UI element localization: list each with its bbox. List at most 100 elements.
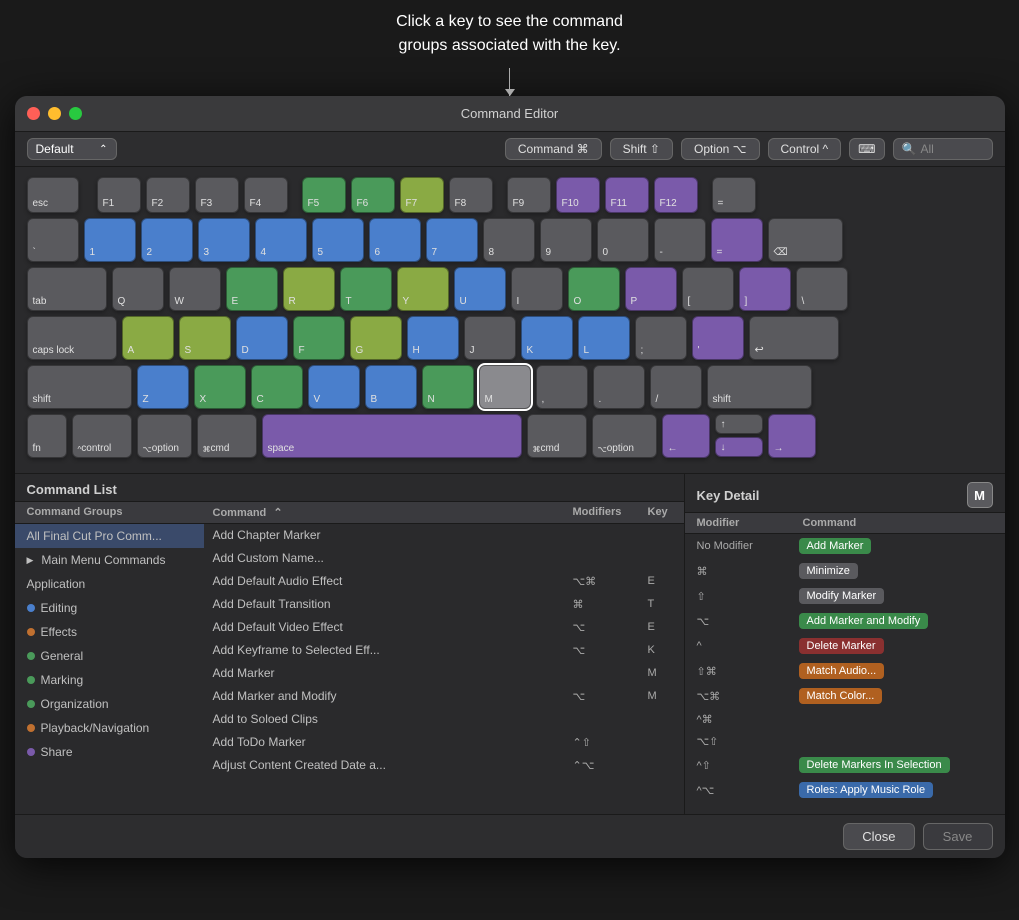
key-5[interactable]: 5 <box>312 218 364 262</box>
command-row[interactable]: Add Marker M <box>205 662 684 685</box>
key-a[interactable]: A <box>122 316 174 360</box>
key-f8[interactable]: F8 <box>449 177 493 213</box>
key-4[interactable]: 4 <box>255 218 307 262</box>
key-l[interactable]: L <box>578 316 630 360</box>
key-8[interactable]: 8 <box>483 218 535 262</box>
command-row[interactable]: Add ToDo Marker ⌃⇧ <box>205 731 684 754</box>
key-power[interactable]: = <box>712 177 756 213</box>
group-item[interactable]: ▶Main Menu Commands <box>15 548 204 572</box>
close-button[interactable] <box>27 107 40 120</box>
maximize-button[interactable] <box>69 107 82 120</box>
option-modifier-btn[interactable]: Option ⌥ <box>681 138 760 160</box>
command-pill[interactable]: Add Marker and Modify <box>799 613 929 629</box>
search-box[interactable]: 🔍 All <box>893 138 993 160</box>
key-v[interactable]: V <box>308 365 360 409</box>
command-row[interactable]: Add to Soloed Clips <box>205 708 684 731</box>
key-space[interactable]: space <box>262 414 522 458</box>
key-y[interactable]: Y <box>397 267 449 311</box>
key-t[interactable]: T <box>340 267 392 311</box>
key-f10[interactable]: F10 <box>556 177 600 213</box>
key-f[interactable]: F <box>293 316 345 360</box>
save-button[interactable]: Save <box>923 823 993 850</box>
key-u[interactable]: U <box>454 267 506 311</box>
key-e[interactable]: E <box>226 267 278 311</box>
key-tab[interactable]: tab <box>27 267 107 311</box>
key-capslock[interactable]: caps lock <box>27 316 117 360</box>
key-right[interactable]: → <box>768 414 816 458</box>
group-item[interactable]: General <box>15 644 204 668</box>
command-pill[interactable]: Match Color... <box>799 688 883 704</box>
command-row[interactable]: Add Custom Name... <box>205 547 684 570</box>
command-row[interactable]: Add Marker and Modify ⌥ M <box>205 685 684 708</box>
group-item[interactable]: Share <box>15 740 204 764</box>
key-k[interactable]: K <box>521 316 573 360</box>
key-g[interactable]: G <box>350 316 402 360</box>
key-enter[interactable]: ↩ <box>749 316 839 360</box>
key-comma[interactable]: , <box>536 365 588 409</box>
key-quote[interactable]: ' <box>692 316 744 360</box>
command-row[interactable]: Add Keyframe to Selected Eff... ⌥ K <box>205 639 684 662</box>
key-o[interactable]: O <box>568 267 620 311</box>
key-z[interactable]: Z <box>137 365 189 409</box>
close-button[interactable]: Close <box>843 823 914 850</box>
group-item[interactable]: Application <box>15 572 204 596</box>
preset-dropdown[interactable]: Default ⌃ <box>27 138 117 160</box>
command-pill[interactable]: Modify Marker <box>799 588 885 604</box>
command-pill[interactable]: Match Audio... <box>799 663 885 679</box>
command-pill[interactable]: Delete Marker <box>799 638 884 654</box>
key-3[interactable]: 3 <box>198 218 250 262</box>
command-pill[interactable]: Add Marker <box>799 538 872 554</box>
key-shift-right[interactable]: shift <box>707 365 812 409</box>
command-row[interactable]: Adjust Content Created Date a... ⌃⌥ <box>205 754 684 777</box>
key-period[interactable]: . <box>593 365 645 409</box>
key-semicolon[interactable]: ; <box>635 316 687 360</box>
key-2[interactable]: 2 <box>141 218 193 262</box>
key-f12[interactable]: F12 <box>654 177 698 213</box>
command-pill[interactable]: Minimize <box>799 563 858 579</box>
key-s[interactable]: S <box>179 316 231 360</box>
key-control[interactable]: ^control <box>72 414 132 458</box>
key-m[interactable]: M <box>479 365 531 409</box>
command-pill[interactable]: Delete Markers In Selection <box>799 757 950 773</box>
key-c[interactable]: C <box>251 365 303 409</box>
command-row[interactable]: Add Default Transition ⌘ T <box>205 593 684 616</box>
key-minus[interactable]: - <box>654 218 706 262</box>
key-esc[interactable]: esc <box>27 177 79 213</box>
key-h[interactable]: H <box>407 316 459 360</box>
group-item[interactable]: Editing <box>15 596 204 620</box>
group-item[interactable]: Effects <box>15 620 204 644</box>
key-backspace[interactable]: ⌫ <box>768 218 843 262</box>
group-item[interactable]: Playback/Navigation <box>15 716 204 740</box>
key-down[interactable]: ↓ <box>715 437 763 457</box>
key-cmd-right[interactable]: ⌘cmd <box>527 414 587 458</box>
key-f3[interactable]: F3 <box>195 177 239 213</box>
key-7[interactable]: 7 <box>426 218 478 262</box>
key-f11[interactable]: F11 <box>605 177 649 213</box>
key-f6[interactable]: F6 <box>351 177 395 213</box>
key-i[interactable]: I <box>511 267 563 311</box>
command-modifier-btn[interactable]: Command ⌘ <box>505 138 602 160</box>
group-item[interactable]: Marking <box>15 668 204 692</box>
key-f9[interactable]: F9 <box>507 177 551 213</box>
key-f2[interactable]: F2 <box>146 177 190 213</box>
key-r[interactable]: R <box>283 267 335 311</box>
key-f4[interactable]: F4 <box>244 177 288 213</box>
key-j[interactable]: J <box>464 316 516 360</box>
group-item[interactable]: All Final Cut Pro Comm... <box>15 524 204 548</box>
key-equals[interactable]: = <box>711 218 763 262</box>
key-left[interactable]: ← <box>662 414 710 458</box>
command-row[interactable]: Add Chapter Marker <box>205 524 684 547</box>
key-f1[interactable]: F1 <box>97 177 141 213</box>
key-lbracket[interactable]: [ <box>682 267 734 311</box>
key-backslash[interactable]: \ <box>796 267 848 311</box>
key-x[interactable]: X <box>194 365 246 409</box>
shift-modifier-btn[interactable]: Shift ⇧ <box>610 138 673 160</box>
key-w[interactable]: W <box>169 267 221 311</box>
key-rbracket[interactable]: ] <box>739 267 791 311</box>
key-backtick[interactable]: ` <box>27 218 79 262</box>
key-p[interactable]: P <box>625 267 677 311</box>
control-modifier-btn[interactable]: Control ^ <box>768 138 842 160</box>
keyboard-layout-btn[interactable]: ⌨ <box>849 138 884 160</box>
key-option-right[interactable]: ⌥option <box>592 414 657 458</box>
key-f5[interactable]: F5 <box>302 177 346 213</box>
